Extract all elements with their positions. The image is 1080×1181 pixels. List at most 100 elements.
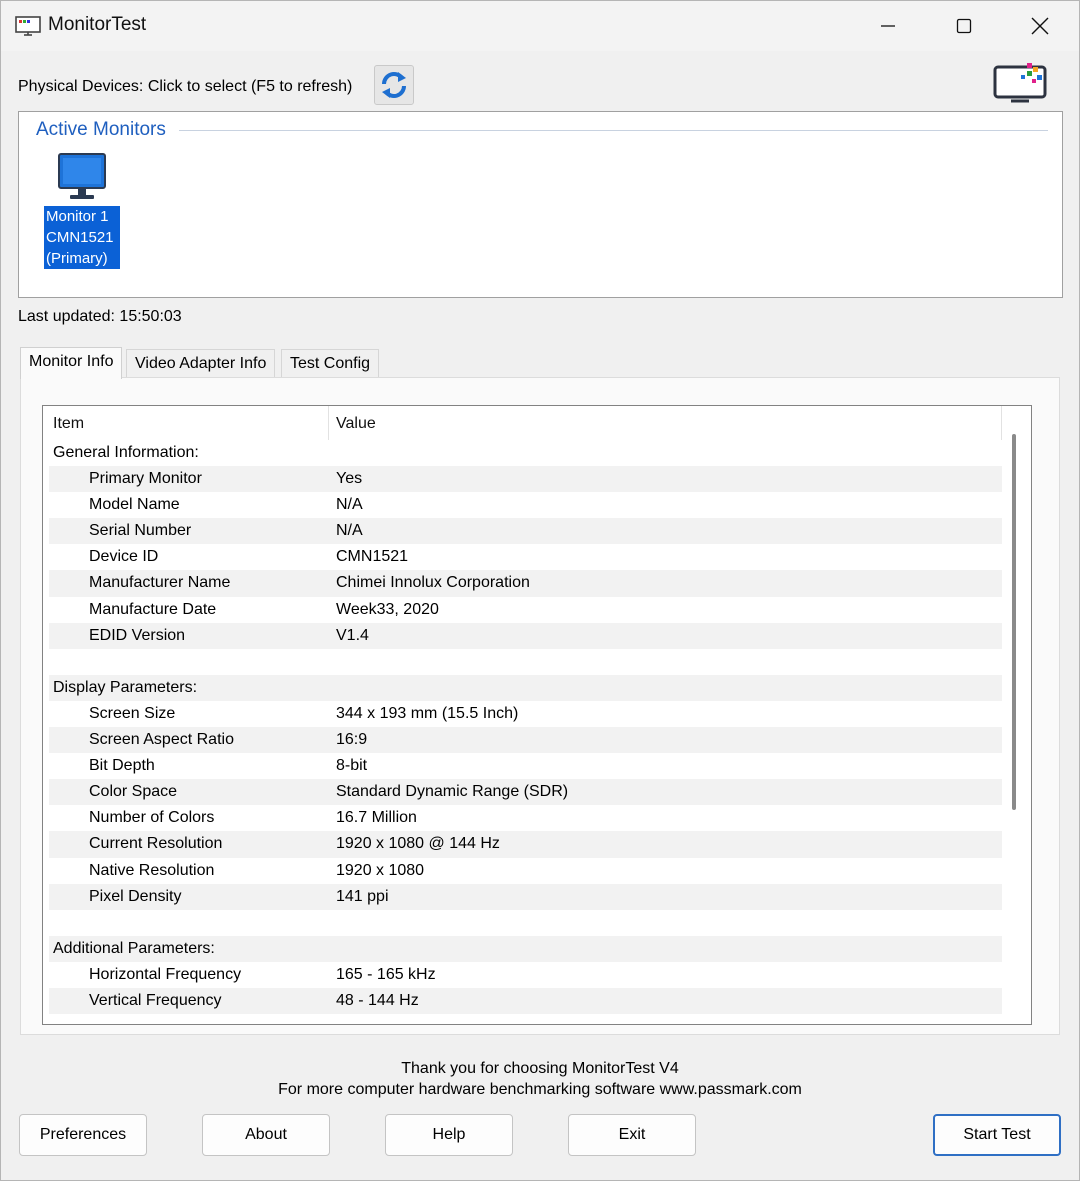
- close-icon: [1031, 17, 1049, 35]
- table-row[interactable]: Screen Aspect Ratio 16:9: [49, 727, 1002, 754]
- list-header: Item Value: [43, 406, 1002, 440]
- table-row[interactable]: General Information:: [49, 440, 1002, 466]
- tab-test-config[interactable]: Test Config: [281, 349, 380, 379]
- table-row[interactable]: EDID Version V1.4: [49, 622, 1002, 649]
- preferences-button[interactable]: Preferences: [19, 1114, 147, 1156]
- start-test-button[interactable]: Start Test: [933, 1114, 1061, 1156]
- table-row[interactable]: Model Name N/A: [49, 492, 1002, 518]
- footer-passmark-text: For more computer hardware benchmarking …: [278, 1081, 802, 1098]
- table-row[interactable]: Screen Size 344 x 193 mm (15.5 Inch): [49, 701, 1002, 727]
- row-item: Number of Colors: [89, 809, 215, 827]
- vertical-scrollbar[interactable]: [1009, 434, 1019, 1020]
- exit-button[interactable]: Exit: [568, 1114, 696, 1156]
- row-value: CMN1521: [336, 548, 409, 566]
- row-item: Current Resolution: [89, 835, 223, 853]
- row-item: EDID Version: [89, 626, 186, 644]
- row-item: Vertical Frequency: [89, 991, 222, 1009]
- table-row[interactable]: Primary Monitor Yes: [49, 466, 1002, 493]
- table-row[interactable]: Horizontal Frequency 165 - 165 kHz: [49, 962, 1002, 988]
- title-bar[interactable]: MonitorTest: [1, 1, 1079, 51]
- monitor-1-label-line2: CMN1521: [44, 227, 120, 248]
- row-value: Yes: [336, 470, 363, 488]
- row-item: Horizontal Frequency: [89, 965, 242, 983]
- row-item: Primary Monitor: [89, 470, 202, 488]
- row-value: 165 - 165 kHz: [336, 965, 436, 983]
- tab-monitor-info[interactable]: Monitor Info: [20, 347, 123, 379]
- minimize-icon: [881, 25, 895, 27]
- tab-video-adapter-info[interactable]: Video Adapter Info: [126, 349, 276, 379]
- monitor-info-list[interactable]: Item Value General Information: Primary …: [42, 405, 1032, 1025]
- scrollbar-thumb[interactable]: [1012, 434, 1016, 810]
- close-button[interactable]: [1002, 1, 1078, 51]
- table-row[interactable]: Device ID CMN1521: [49, 544, 1002, 570]
- help-button[interactable]: Help: [385, 1114, 513, 1156]
- row-value: N/A: [336, 496, 363, 514]
- column-header-value[interactable]: Value: [336, 415, 376, 433]
- row-item: Screen Aspect Ratio: [89, 731, 234, 749]
- table-row[interactable]: Vertical Frequency 48 - 144 Hz: [49, 987, 1002, 1015]
- row-value: 8-bit: [336, 757, 368, 775]
- table-row[interactable]: Number of Colors 16.7 Million: [49, 805, 1002, 831]
- row-value: 344 x 193 mm (15.5 Inch): [336, 704, 519, 722]
- maximize-icon: [956, 18, 972, 34]
- row-value: V1.4: [336, 626, 369, 644]
- row-item: General Information:: [53, 444, 199, 461]
- table-row[interactable]: Serial Number N/A: [49, 518, 1002, 545]
- monitor-info-panel: Item Value General Information: Primary …: [20, 377, 1060, 1035]
- row-item: Serial Number: [89, 522, 192, 540]
- table-row[interactable]: Native Resolution 1920 x 1080: [49, 858, 1002, 884]
- row-item: Screen Size: [89, 704, 176, 722]
- column-header-item[interactable]: Item: [53, 415, 84, 433]
- monitor-1-label-line3: (Primary): [44, 248, 120, 269]
- monitor-1-item[interactable]: Monitor 1 CMN1521 (Primary): [44, 152, 120, 269]
- column-divider[interactable]: [1001, 406, 1002, 440]
- physical-devices-label: Physical Devices: Click to select (F5 to…: [18, 78, 353, 95]
- table-row[interactable]: Pixel Density 141 ppi: [49, 883, 1002, 910]
- table-row-blank[interactable]: [49, 910, 1002, 936]
- row-value: 141 ppi: [336, 887, 389, 905]
- table-row[interactable]: Current Resolution 1920 x 1080 @ 144 Hz: [49, 831, 1002, 858]
- monitor-icon: [58, 153, 106, 199]
- table-row[interactable]: Manufacturer Name Chimei Innolux Corporat…: [49, 570, 1002, 597]
- row-value: Week33, 2020: [336, 600, 439, 618]
- row-value: Standard Dynamic Range (SDR): [336, 783, 569, 801]
- minimize-button[interactable]: [850, 1, 926, 51]
- row-item: Model Name: [89, 496, 180, 514]
- active-monitors-title: Active Monitors: [36, 119, 172, 141]
- table-row[interactable]: Bit Depth 8-bit: [49, 753, 1002, 779]
- table-row[interactable]: Manufacture Date Week33, 2020: [49, 597, 1002, 623]
- monitortest-window: MonitorTest Physical Devices: Click to s…: [0, 0, 1080, 1181]
- window-title: MonitorTest: [48, 14, 147, 35]
- table-row-blank[interactable]: [49, 649, 1002, 675]
- row-value: 16.7 Million: [336, 809, 417, 827]
- row-item: Color Space: [89, 783, 178, 801]
- row-item: Manufacture Date: [89, 600, 217, 618]
- table-row[interactable]: Color Space Standard Dynamic Range (SDR): [49, 779, 1002, 806]
- refresh-icon: [382, 72, 406, 98]
- row-item: Bit Depth: [89, 757, 155, 775]
- row-value: Chimei Innolux Corporation: [336, 574, 530, 592]
- list-rows: General Information: Primary Monitor Yes …: [49, 440, 1002, 1015]
- maximize-button[interactable]: [926, 1, 1002, 51]
- row-item: Pixel Density: [89, 887, 182, 905]
- table-row[interactable]: Additional Parameters:: [49, 935, 1002, 962]
- monitor-test-app-icon: [15, 16, 41, 36]
- row-value: 48 - 144 Hz: [336, 991, 419, 1009]
- row-item: Device ID: [89, 548, 159, 566]
- row-item: Display Parameters:: [53, 678, 198, 696]
- row-item: Native Resolution: [89, 861, 215, 879]
- row-item: Additional Parameters:: [53, 939, 215, 957]
- last-updated-label: Last updated: 15:50:03: [18, 308, 182, 325]
- refresh-button[interactable]: [374, 65, 414, 105]
- row-value: 1920 x 1080 @ 144 Hz: [336, 835, 500, 853]
- about-button[interactable]: About: [202, 1114, 330, 1156]
- passmark-monitor-logo-icon: [993, 63, 1047, 103]
- monitor-1-label-line1: Monitor 1: [44, 206, 120, 227]
- row-value: 1920 x 1080: [336, 861, 425, 879]
- table-row[interactable]: Display Parameters:: [49, 674, 1002, 701]
- group-divider: [179, 130, 1048, 131]
- column-divider[interactable]: [328, 406, 329, 440]
- row-item: Manufacturer Name: [89, 574, 231, 592]
- active-monitors-group: Active Monitors Monitor 1 CMN1521 (Prima…: [18, 111, 1063, 298]
- footer-thanks-text: Thank you for choosing MonitorTest V4: [401, 1060, 679, 1077]
